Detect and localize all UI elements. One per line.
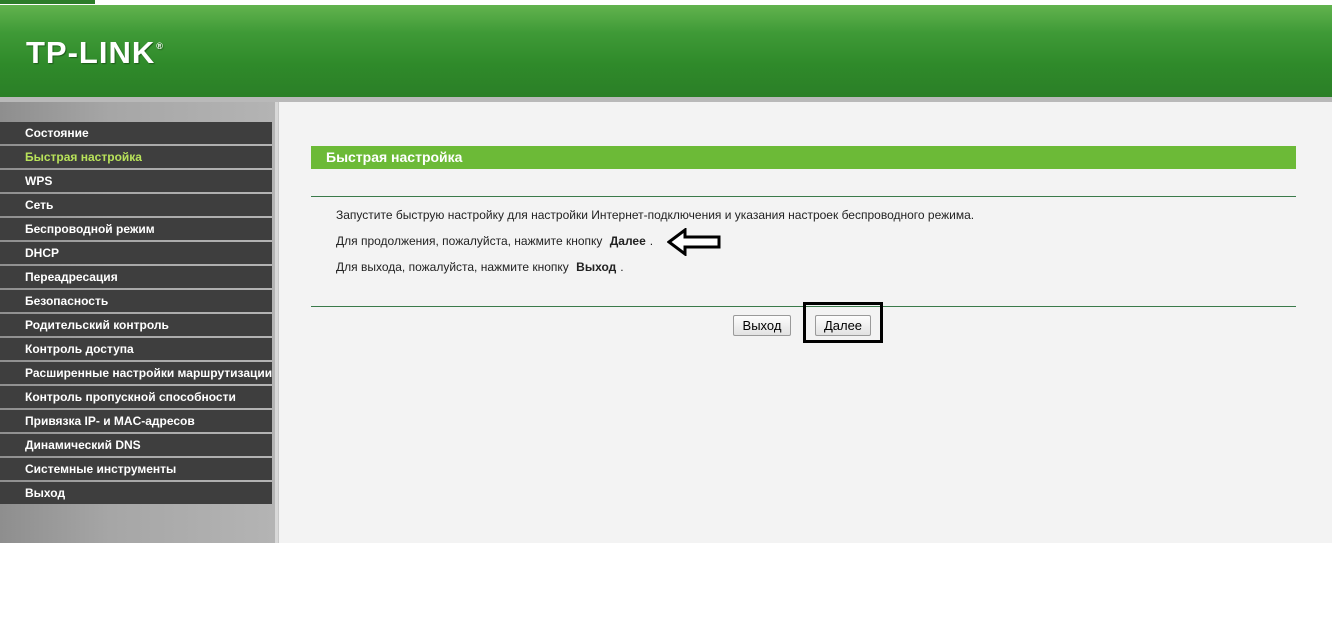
exit-instruction: Для выхода, пожалуйста, нажмите кнопку В… [336, 260, 624, 274]
logo-registered-mark: ® [156, 41, 164, 51]
arrow-left-icon [667, 228, 721, 256]
sidebar-item-3[interactable]: Сеть [0, 194, 272, 216]
continue-keyword: Далее [609, 234, 646, 248]
divider-top [311, 196, 1296, 197]
header-banner: TP-LINK® [0, 5, 1332, 100]
sidebar-item-6[interactable]: Переадресация [0, 266, 272, 288]
sidebar: Состояние Быстрая настройка WPS Сеть Беспров… [0, 102, 278, 543]
intro-text: Запустите быструю настройку для настройк… [336, 208, 975, 222]
page-title: Быстрая настройка [311, 146, 1296, 169]
sidebar-item-13[interactable]: Динамический DNS [0, 434, 272, 456]
sidebar-item-12[interactable]: Привязка IP- и MAC-адресов [0, 410, 272, 432]
logo-text: TP-LINK [26, 35, 156, 70]
sidebar-item-11[interactable]: Контроль пропускной способности [0, 386, 272, 408]
exit-period: . [620, 260, 624, 274]
exit-button[interactable]: Выход [733, 315, 791, 336]
sidebar-item-15[interactable]: Выход [0, 482, 272, 504]
top-strip-accent [0, 0, 95, 4]
sidebar-item-8[interactable]: Родительский контроль [0, 314, 272, 336]
sidebar-item-9[interactable]: Контроль доступа [0, 338, 272, 360]
sidebar-item-0[interactable]: Состояние [0, 122, 272, 144]
exit-text: Для выхода, пожалуйста, нажмите кнопку [336, 260, 569, 274]
next-button-highlight [803, 302, 883, 343]
sidebar-item-2[interactable]: WPS [0, 170, 272, 192]
bottom-blank-area [0, 543, 1332, 625]
continue-period: . [649, 234, 654, 248]
continue-instruction: Для продолжения, пожалуйста, нажмите кно… [336, 234, 653, 248]
sidebar-menu: Состояние Быстрая настройка WPS Сеть Беспров… [0, 122, 272, 506]
sidebar-item-5[interactable]: DHCP [0, 242, 272, 264]
continue-text: Для продолжения, пожалуйста, нажмите кно… [336, 234, 603, 248]
sidebar-item-7[interactable]: Безопасность [0, 290, 272, 312]
exit-keyword: Выход [576, 260, 617, 274]
sidebar-item-10[interactable]: Расширенные настройки маршрутизации [0, 362, 272, 384]
tp-link-logo: TP-LINK® [26, 35, 164, 71]
sidebar-item-14[interactable]: Системные инструменты [0, 458, 272, 480]
sidebar-item-4[interactable]: Беспроводной режим [0, 218, 272, 240]
sidebar-item-1[interactable]: Быстрая настройка [0, 146, 272, 168]
